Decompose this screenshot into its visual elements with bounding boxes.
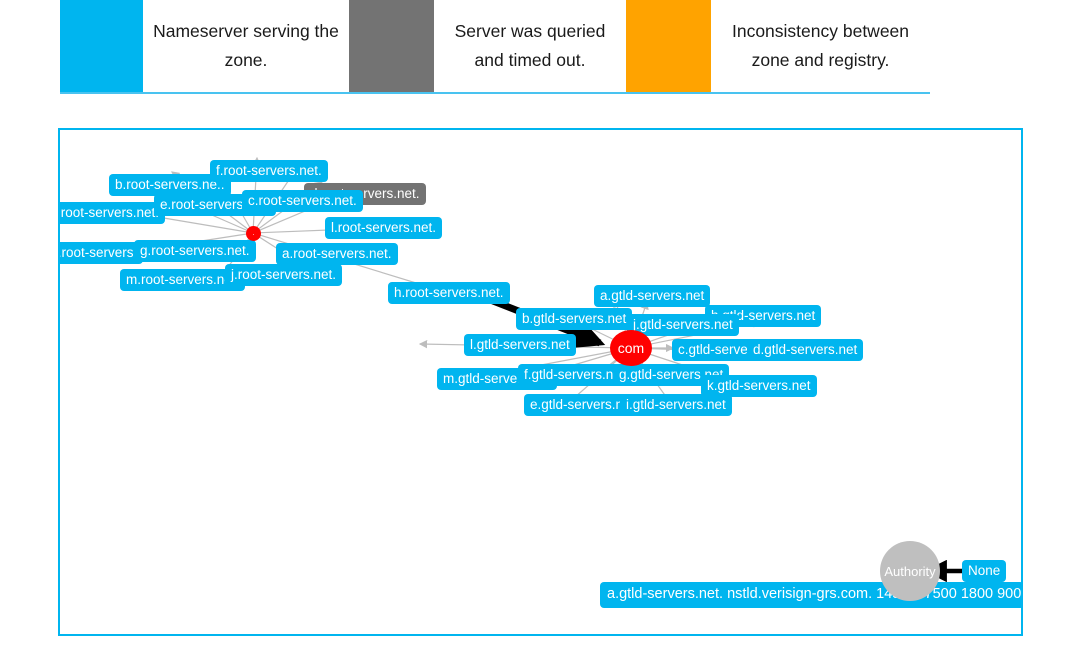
root-zone-node[interactable]: . (246, 226, 261, 241)
node-label-l-gtld-servers[interactable]: l.gtld-servers.net (464, 334, 576, 356)
soa-record-label[interactable]: a.gtld-servers.net. nstld.verisign-grs.c… (600, 582, 1021, 608)
legend-label-timeout: Server was queried and timed out. (434, 0, 626, 92)
node-label-c-root-servers[interactable]: c.root-servers.net. (242, 190, 363, 212)
legend-label-inconsistency: Inconsistency between zone and registry. (711, 0, 930, 92)
node-label-h-root-servers[interactable]: h.root-servers.net. (388, 282, 510, 304)
node-label-l-root-servers[interactable]: l.root-servers.net. (325, 217, 443, 239)
legend-label-serving: Nameserver serving the zone. (143, 0, 349, 92)
node-label-j-root-servers[interactable]: j.root-servers.net. (225, 264, 343, 286)
node-label-b-gtld-servers[interactable]: b.gtld-servers.net (516, 308, 633, 330)
node-label-f-root-servers[interactable]: f.root-servers.net. (210, 160, 328, 182)
legend-swatch-timeout (349, 0, 434, 92)
legend-swatch-inconsistency (626, 0, 711, 92)
legend-swatch-serving (60, 0, 143, 92)
dns-graph-frame[interactable]: b.root-servers.ne.. f.root-servers.net. … (58, 128, 1023, 636)
authority-node[interactable]: Authority (880, 541, 940, 601)
node-label-g-root-servers[interactable]: g.root-servers.net. (134, 240, 256, 262)
node-label-k-root-servers[interactable]: k.root-servers. (60, 242, 144, 264)
dns-graph-canvas[interactable]: b.root-servers.ne.. f.root-servers.net. … (60, 130, 1021, 634)
node-label-i-root-servers[interactable]: i.root-servers.net. (60, 202, 166, 224)
node-label-d-gtld-servers[interactable]: d.gtld-servers.net (747, 339, 864, 361)
node-label-a-gtld-servers[interactable]: a.gtld-servers.net (594, 285, 711, 307)
node-label-a-root-servers[interactable]: a.root-servers.net. (276, 243, 398, 265)
legend-table: Nameserver serving the zone. Server was … (60, 0, 930, 94)
com-zone-node[interactable]: com (610, 330, 652, 366)
node-label-j-gtld-servers[interactable]: j.gtld-servers.net (627, 314, 739, 336)
node-label-i-gtld-servers[interactable]: i.gtld-servers.net (620, 394, 732, 416)
none-label[interactable]: None (962, 560, 1007, 582)
